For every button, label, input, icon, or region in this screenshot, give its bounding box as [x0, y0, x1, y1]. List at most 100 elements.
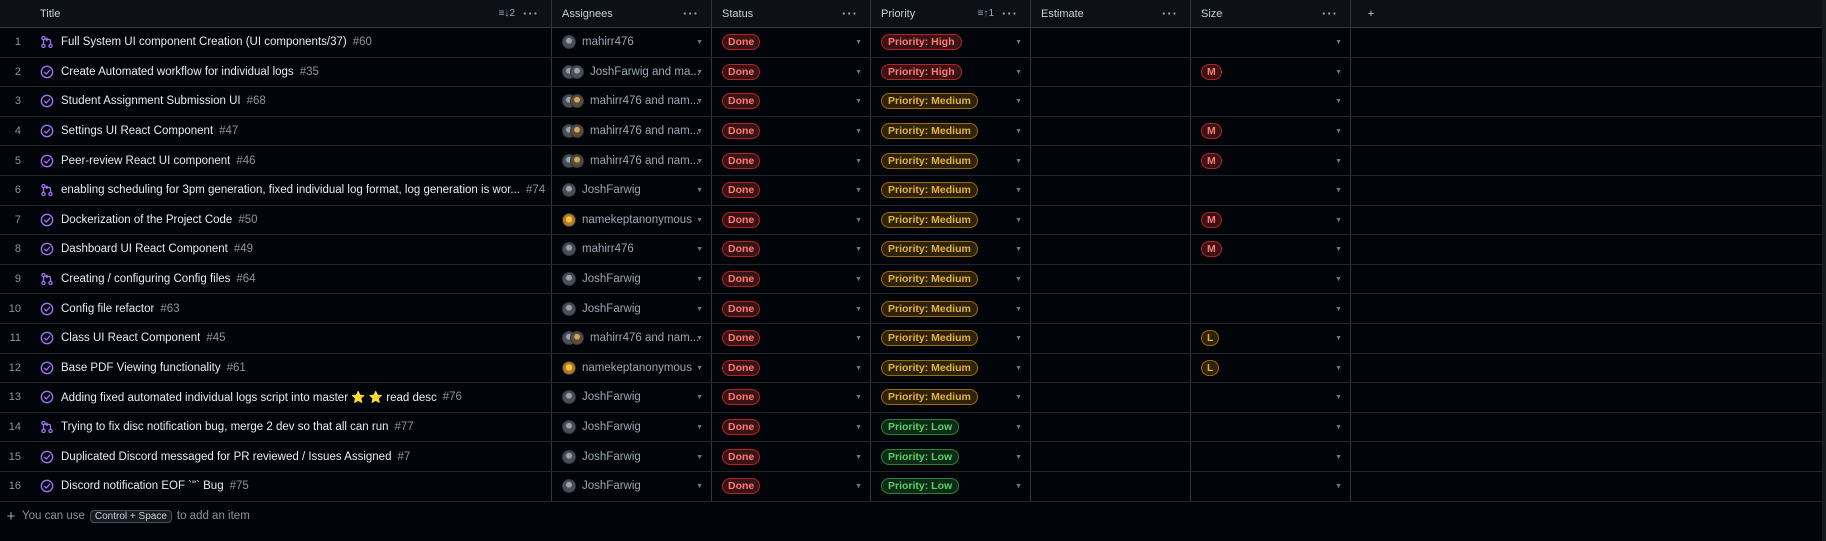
- status-cell[interactable]: Done ▼: [712, 57, 871, 87]
- chevron-down-icon[interactable]: ▼: [1335, 335, 1342, 342]
- size-cell[interactable]: ▼: [1191, 412, 1351, 442]
- chevron-down-icon[interactable]: ▼: [855, 395, 862, 402]
- status-cell[interactable]: Done ▼: [712, 294, 871, 323]
- sort-descending-icon[interactable]: ≡↓2: [499, 8, 515, 19]
- chevron-down-icon[interactable]: ▼: [855, 335, 862, 342]
- chevron-down-icon[interactable]: ▼: [855, 128, 862, 135]
- estimate-cell[interactable]: [1031, 471, 1191, 501]
- chevron-down-icon[interactable]: ▼: [1015, 39, 1022, 46]
- title-cell[interactable]: Dockerization of the Project Code #50: [30, 205, 552, 235]
- status-cell[interactable]: Done ▼: [712, 116, 871, 146]
- item-title-link[interactable]: Full System UI component Creation (UI co…: [61, 36, 347, 48]
- priority-cell[interactable]: Priority: Medium ▼: [871, 383, 1031, 412]
- size-cell[interactable]: ▼: [1191, 383, 1351, 412]
- chevron-down-icon[interactable]: ▼: [1015, 158, 1022, 165]
- table-row[interactable]: 13 Adding fixed automated individual log…: [0, 383, 1826, 413]
- item-title-link[interactable]: Discord notification EOF `"` Bug: [61, 480, 224, 492]
- chevron-down-icon[interactable]: ▼: [696, 39, 703, 46]
- table-row[interactable]: 5 Peer-review React UI component #46 mah…: [0, 146, 1826, 176]
- chevron-down-icon[interactable]: ▼: [1335, 247, 1342, 254]
- chevron-down-icon[interactable]: ▼: [1335, 454, 1342, 461]
- assignees-cell[interactable]: JoshFarwig ▼: [552, 264, 712, 294]
- estimate-cell[interactable]: [1031, 87, 1191, 116]
- chevron-down-icon[interactable]: ▼: [1015, 69, 1022, 76]
- assignees-cell[interactable]: namekeptanonymous ▼: [552, 205, 712, 235]
- size-cell[interactable]: ▼: [1191, 471, 1351, 501]
- title-cell[interactable]: Peer-review React UI component #46: [30, 146, 552, 175]
- chevron-down-icon[interactable]: ▼: [855, 483, 862, 490]
- chevron-down-icon[interactable]: ▼: [1335, 424, 1342, 431]
- priority-cell[interactable]: Priority: Medium ▼: [871, 175, 1031, 205]
- size-cell[interactable]: ▼: [1191, 294, 1351, 323]
- status-cell[interactable]: Done ▼: [712, 87, 871, 116]
- table-row[interactable]: 11 Class UI React Component #45 mahirr47…: [0, 323, 1826, 354]
- title-cell[interactable]: Adding fixed automated individual logs s…: [30, 383, 552, 412]
- estimate-cell[interactable]: [1031, 383, 1191, 412]
- kebab-menu-icon[interactable]: ···: [523, 6, 539, 21]
- table-row[interactable]: 6 enabling scheduling for 3pm generation…: [0, 175, 1826, 206]
- header-size[interactable]: Size ···: [1191, 0, 1351, 27]
- chevron-down-icon[interactable]: ▼: [1335, 99, 1342, 106]
- size-cell[interactable]: M ▼: [1191, 57, 1351, 87]
- status-cell[interactable]: Done ▼: [712, 383, 871, 412]
- chevron-down-icon[interactable]: ▼: [855, 454, 862, 461]
- chevron-down-icon[interactable]: ▼: [1335, 158, 1342, 165]
- priority-cell[interactable]: Priority: Medium ▼: [871, 116, 1031, 146]
- title-cell[interactable]: Discord notification EOF `"` Bug #75: [30, 471, 552, 501]
- assignees-cell[interactable]: mahirr476 and nam... ▼: [552, 116, 712, 146]
- estimate-cell[interactable]: [1031, 146, 1191, 175]
- chevron-down-icon[interactable]: ▼: [1015, 454, 1022, 461]
- table-row[interactable]: 1 Full System UI component Creation (UI …: [0, 28, 1826, 58]
- header-status[interactable]: Status ···: [712, 0, 871, 27]
- plus-icon[interactable]: +: [0, 508, 22, 525]
- table-row[interactable]: 3 Student Assignment Submission UI #68 m…: [0, 87, 1826, 117]
- item-title-link[interactable]: Dashboard UI React Component: [61, 243, 228, 255]
- assignees-cell[interactable]: namekeptanonymous ▼: [552, 353, 712, 383]
- assignees-cell[interactable]: JoshFarwig ▼: [552, 383, 712, 412]
- estimate-cell[interactable]: [1031, 264, 1191, 294]
- estimate-cell[interactable]: [1031, 412, 1191, 442]
- item-title-link[interactable]: Student Assignment Submission UI: [61, 95, 241, 107]
- table-row[interactable]: 9 Creating / configuring Config files #6…: [0, 264, 1826, 295]
- title-cell[interactable]: enabling scheduling for 3pm generation, …: [30, 175, 552, 205]
- chevron-down-icon[interactable]: ▼: [696, 483, 703, 490]
- status-cell[interactable]: Done ▼: [712, 442, 871, 471]
- assignees-cell[interactable]: mahirr476 ▼: [552, 28, 712, 57]
- priority-cell[interactable]: Priority: Medium ▼: [871, 353, 1031, 383]
- item-title-link[interactable]: Trying to fix disc notification bug, mer…: [61, 421, 389, 433]
- priority-cell[interactable]: Priority: Medium ▼: [871, 264, 1031, 294]
- item-title-link[interactable]: Dockerization of the Project Code: [61, 214, 232, 226]
- status-cell[interactable]: Done ▼: [712, 175, 871, 205]
- title-cell[interactable]: Settings UI React Component #47: [30, 116, 552, 146]
- chevron-down-icon[interactable]: ▼: [1015, 128, 1022, 135]
- status-cell[interactable]: Done ▼: [712, 471, 871, 501]
- assignees-cell[interactable]: JoshFarwig ▼: [552, 294, 712, 323]
- chevron-down-icon[interactable]: ▼: [855, 306, 862, 313]
- chevron-down-icon[interactable]: ▼: [696, 158, 703, 165]
- table-row[interactable]: 2 Create Automated workflow for individu…: [0, 57, 1826, 88]
- chevron-down-icon[interactable]: ▼: [855, 247, 862, 254]
- sort-ascending-icon[interactable]: ≡↑1: [978, 8, 994, 19]
- kebab-menu-icon[interactable]: ···: [683, 6, 699, 21]
- assignees-cell[interactable]: mahirr476 and nam... ▼: [552, 323, 712, 353]
- assignees-cell[interactable]: mahirr476 and nam... ▼: [552, 146, 712, 175]
- priority-cell[interactable]: Priority: Medium ▼: [871, 294, 1031, 323]
- chevron-down-icon[interactable]: ▼: [1335, 187, 1342, 194]
- priority-cell[interactable]: Priority: Low ▼: [871, 412, 1031, 442]
- size-cell[interactable]: ▼: [1191, 175, 1351, 205]
- chevron-down-icon[interactable]: ▼: [696, 247, 703, 254]
- chevron-down-icon[interactable]: ▼: [855, 187, 862, 194]
- status-cell[interactable]: Done ▼: [712, 235, 871, 264]
- chevron-down-icon[interactable]: ▼: [1015, 483, 1022, 490]
- header-title[interactable]: Title ≡↓2 ···: [30, 0, 552, 27]
- table-row[interactable]: 15 Duplicated Discord messaged for PR re…: [0, 442, 1826, 472]
- chevron-down-icon[interactable]: ▼: [1335, 69, 1342, 76]
- chevron-down-icon[interactable]: ▼: [1015, 187, 1022, 194]
- priority-cell[interactable]: Priority: Medium ▼: [871, 205, 1031, 235]
- size-cell[interactable]: M ▼: [1191, 205, 1351, 235]
- chevron-down-icon[interactable]: ▼: [1015, 247, 1022, 254]
- item-title-link[interactable]: Duplicated Discord messaged for PR revie…: [61, 451, 391, 463]
- chevron-down-icon[interactable]: ▼: [696, 306, 703, 313]
- chevron-down-icon[interactable]: ▼: [696, 187, 703, 194]
- table-row[interactable]: 7 Dockerization of the Project Code #50 …: [0, 205, 1826, 236]
